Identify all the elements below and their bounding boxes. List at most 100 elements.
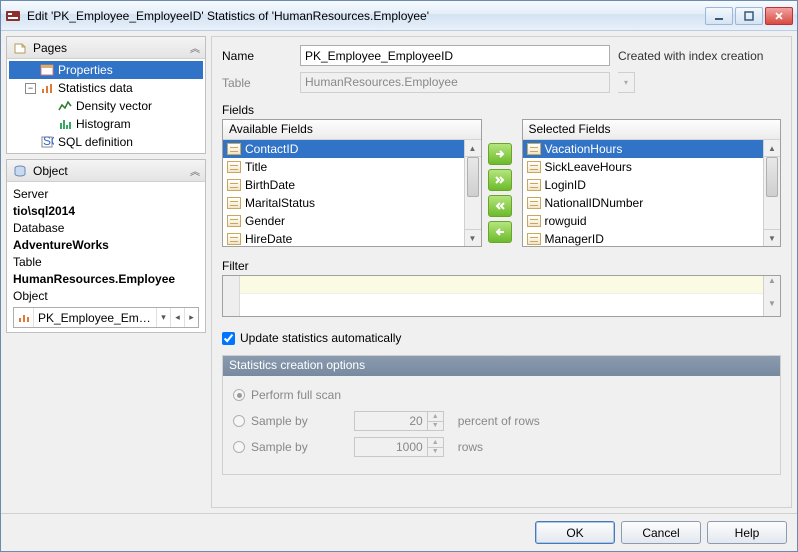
list-item[interactable]: BirthDate (223, 176, 481, 194)
list-item[interactable]: MaritalStatus (223, 194, 481, 212)
tree-node-histogram[interactable]: Histogram (9, 115, 203, 133)
object-icon (12, 163, 28, 179)
move-left-button[interactable] (488, 221, 512, 243)
scroll-up-icon[interactable]: ▲ (465, 140, 481, 157)
server-value: tio\sql2014 (13, 203, 199, 220)
object-label: Object (13, 288, 199, 305)
object-panel-title: Object (33, 164, 68, 178)
available-fields-list[interactable]: Available Fields ContactIDTitleBirthDate… (222, 119, 482, 247)
list-item-label: HireDate (245, 232, 292, 246)
list-item-label: BirthDate (245, 178, 295, 192)
properties-page: Name Created with index creation Table H… (211, 36, 792, 508)
update-stats-checkbox[interactable] (222, 332, 235, 345)
window-title: Edit 'PK_Employee_EmployeeID' Statistics… (27, 9, 705, 23)
list-item-label: rowguid (545, 214, 587, 228)
object-panel-header[interactable]: Object ︽ (7, 160, 205, 182)
title-bar: Edit 'PK_Employee_EmployeeID' Statistics… (1, 1, 797, 31)
tree-toggle-collapse[interactable]: − (25, 83, 36, 94)
table-value: HumanResources.Employee (13, 271, 199, 288)
sample-percent-spinner: ▲▼ (354, 411, 444, 431)
combo-prev-icon[interactable]: ◂ (170, 308, 184, 327)
list-item[interactable]: Gender (223, 212, 481, 230)
selected-fields-list[interactable]: Selected Fields VacationHoursSickLeaveHo… (522, 119, 782, 247)
filter-text-line[interactable] (240, 276, 763, 294)
spin-down-icon: ▼ (428, 421, 444, 432)
pages-panel-header[interactable]: Pages ︽ (7, 37, 205, 59)
maximize-button[interactable] (735, 7, 763, 25)
filter-editor[interactable]: ▲ ▼ (222, 275, 781, 317)
table-label: Table (13, 254, 199, 271)
pages-icon (12, 40, 28, 56)
spin-up-icon: ▲ (428, 411, 444, 421)
help-button[interactable]: Help (707, 521, 787, 544)
list-item[interactable]: ManagerID (523, 230, 781, 246)
list-item[interactable]: NationalIDNumber (523, 194, 781, 212)
column-icon (527, 233, 541, 245)
combo-next-icon[interactable]: ▸ (184, 308, 198, 327)
stats-small-icon (14, 308, 34, 327)
collapse-icon[interactable]: ︽ (190, 40, 200, 55)
object-combo[interactable]: PK_Employee_Emplo... ▾ ◂ ▸ (13, 307, 199, 328)
pages-panel-title: Pages (33, 41, 67, 55)
list-item-label: LoginID (545, 178, 586, 192)
stats-options-header: Statistics creation options (223, 356, 780, 376)
fields-label: Fields (222, 103, 781, 117)
sample-percent-input (354, 411, 428, 431)
tree-node-sql-definition[interactable]: SQL SQL definition (9, 133, 203, 151)
object-combo-text: PK_Employee_Emplo... (34, 308, 156, 327)
column-icon (227, 161, 241, 173)
list-item[interactable]: SickLeaveHours (523, 158, 781, 176)
list-item[interactable]: VacationHours (523, 140, 781, 158)
properties-icon (39, 62, 55, 78)
update-stats-label: Update statistics automatically (240, 331, 401, 345)
sample-percent-unit: percent of rows (458, 414, 540, 428)
combo-dropdown-icon[interactable]: ▾ (156, 308, 170, 327)
scroll-down-icon[interactable]: ▼ (764, 299, 780, 316)
column-icon (527, 215, 541, 227)
scrollbar[interactable]: ▲ ▼ (763, 140, 780, 246)
stats-icon (39, 80, 55, 96)
list-item[interactable]: LoginID (523, 176, 781, 194)
tree-node-statistics-data[interactable]: − Statistics data (9, 79, 203, 97)
name-input[interactable] (300, 45, 610, 66)
tree-node-properties[interactable]: Properties (9, 61, 203, 79)
tree-label: SQL definition (58, 135, 133, 149)
tree-node-density-vector[interactable]: Density vector (9, 97, 203, 115)
cancel-button[interactable]: Cancel (621, 521, 701, 544)
scroll-down-icon[interactable]: ▼ (764, 229, 780, 246)
list-item[interactable]: HireDate (223, 230, 481, 246)
column-icon (527, 143, 541, 155)
list-item[interactable]: rowguid (523, 212, 781, 230)
scroll-thumb[interactable] (766, 157, 778, 197)
sample-rows-input (354, 437, 428, 457)
tree-label: Density vector (76, 99, 152, 113)
radio-full-scan-label: Perform full scan (251, 388, 341, 402)
scroll-up-icon[interactable]: ▲ (764, 276, 780, 293)
density-icon (57, 98, 73, 114)
list-item[interactable]: ContactID (223, 140, 481, 158)
name-label: Name (222, 49, 292, 63)
column-icon (227, 215, 241, 227)
list-item-label: Title (245, 160, 267, 174)
selected-fields-header: Selected Fields (523, 120, 781, 140)
ok-button[interactable]: OK (535, 521, 615, 544)
pages-tree: Properties − Statistics data Density vec… (7, 59, 205, 153)
close-button[interactable] (765, 7, 793, 25)
column-icon (527, 197, 541, 209)
scroll-up-icon[interactable]: ▲ (764, 140, 780, 157)
stats-options-group: Statistics creation options Perform full… (222, 355, 781, 475)
table-label: Table (222, 76, 292, 90)
move-all-right-button[interactable] (488, 169, 512, 191)
table-input-disabled: HumanResources.Employee (300, 72, 610, 93)
scrollbar[interactable]: ▲ ▼ (464, 140, 481, 246)
scroll-down-icon[interactable]: ▼ (465, 229, 481, 246)
minimize-button[interactable] (705, 7, 733, 25)
list-item[interactable]: Title (223, 158, 481, 176)
scroll-thumb[interactable] (467, 157, 479, 197)
collapse-icon[interactable]: ︽ (190, 163, 200, 178)
move-all-left-button[interactable] (488, 195, 512, 217)
list-item-label: ContactID (245, 142, 298, 156)
spin-down-icon: ▼ (428, 447, 444, 458)
move-right-button[interactable] (488, 143, 512, 165)
scrollbar[interactable]: ▲ ▼ (763, 276, 780, 316)
